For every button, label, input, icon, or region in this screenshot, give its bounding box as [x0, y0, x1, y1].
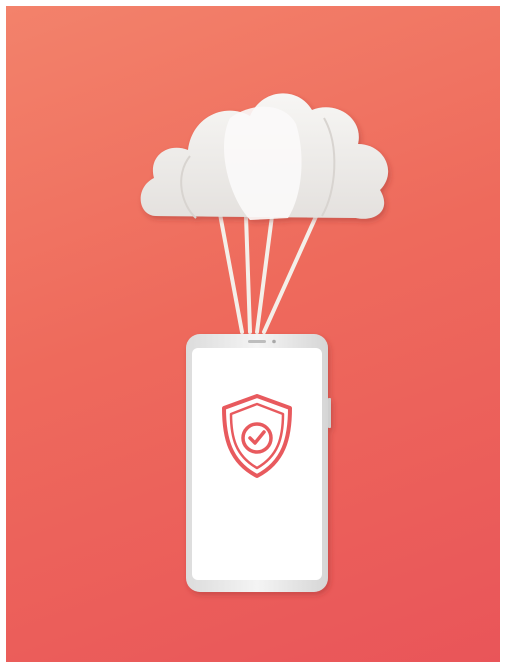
phone-screen [192, 348, 322, 580]
string-group [218, 210, 320, 334]
illustration-frame [6, 6, 500, 662]
string-1 [218, 212, 244, 334]
smartphone-icon [186, 334, 331, 592]
phone-camera [272, 339, 276, 344]
string-2 [244, 214, 252, 334]
cloud-phone-scene [140, 93, 389, 592]
phone-speaker [248, 340, 266, 343]
phone-side-button [328, 398, 331, 428]
cloud-icon [140, 93, 389, 220]
